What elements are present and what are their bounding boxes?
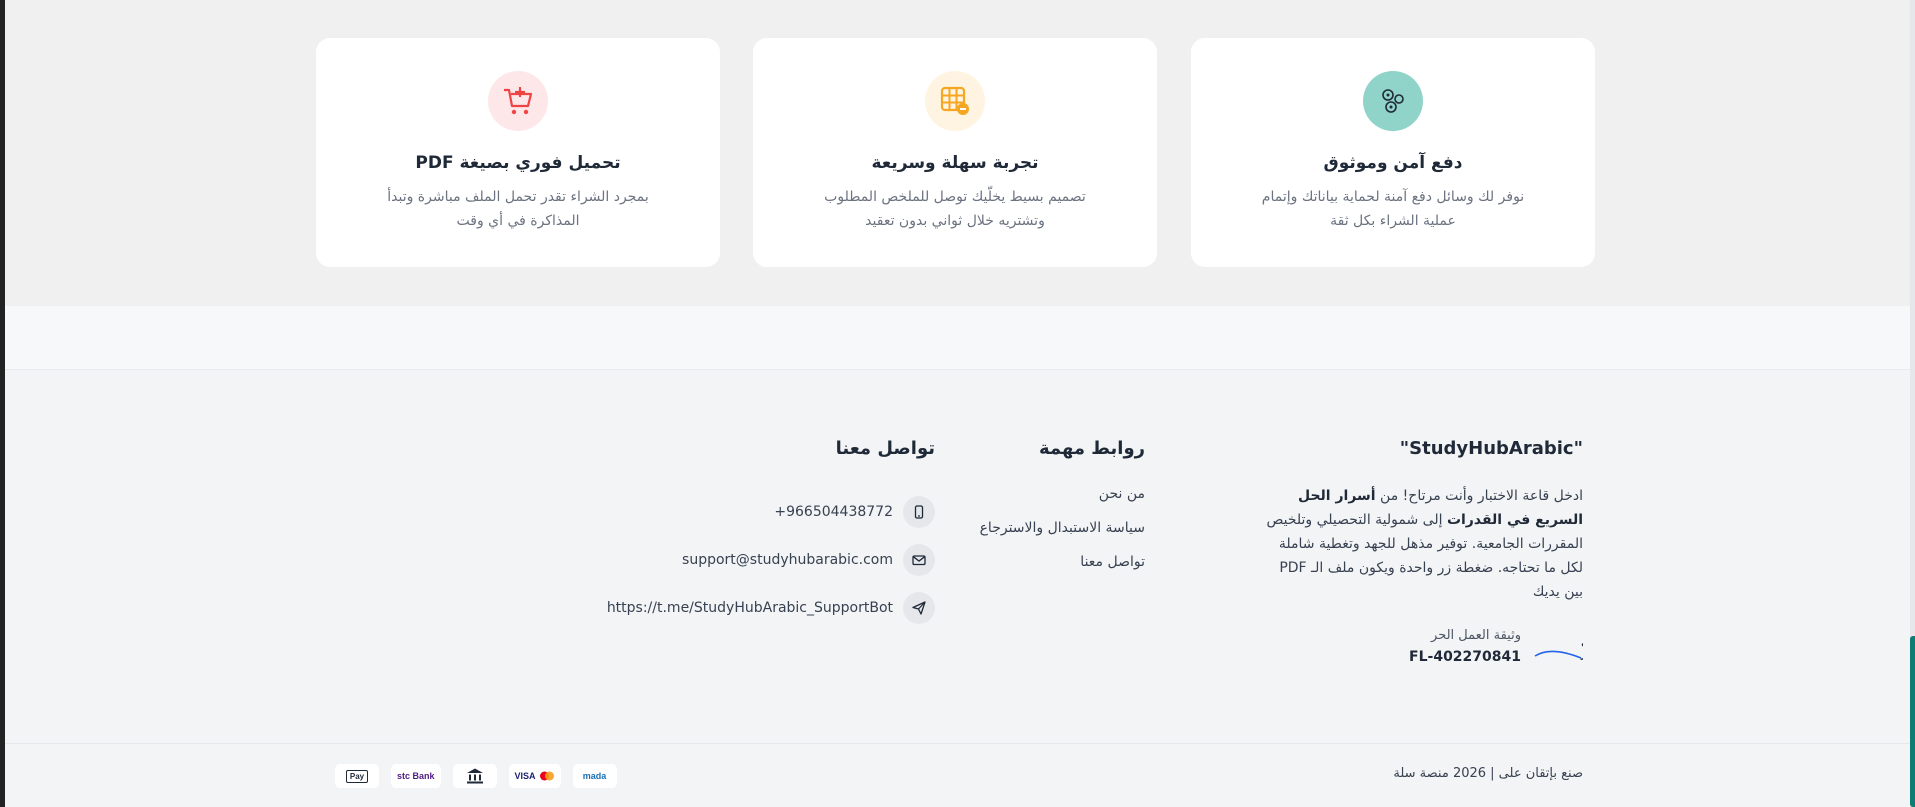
footer-link-contact-us[interactable]: تواصل معنا (980, 552, 1145, 586)
mada-icon: mada (572, 764, 617, 788)
contact-telegram[interactable]: https://t.me/StudyHubArabic_SupportBot (607, 584, 935, 632)
contact-telegram-text[interactable]: https://t.me/StudyHubArabic_SupportBot (607, 600, 893, 616)
stc-bank-icon: stc Bank (391, 764, 441, 788)
send-icon (903, 592, 935, 624)
copyright-text: صنع بإتقان على | 2026 منصة سلة (1393, 766, 1583, 781)
footer-link-about-us[interactable]: من نحن (980, 484, 1145, 518)
bank-icon (452, 764, 497, 788)
feature-title: تحميل فوري بصيغة PDF (415, 153, 621, 173)
footer-about-text: ادخل قاعة الاختبار وأنت مرتاح! من أسرار … (1266, 488, 1583, 600)
footer: "StudyHubArabic" ادخل قاعة الاختبار وأنت… (5, 371, 1910, 743)
secure-payment-icon (1363, 71, 1423, 131)
scrollbar-thumb[interactable] (1910, 636, 1915, 807)
freelance-logo-icon: العملالحر (1534, 635, 1583, 660)
feature-card-secure-payment: دفع آمن وموثوق نوفر لك وسائل دفع آمنة لح… (1191, 38, 1595, 267)
feature-title: تجربة سهلة وسريعة (871, 153, 1039, 173)
features-section: دفع آمن وموثوق نوفر لك وسائل دفع آمنة لح… (5, 0, 1910, 306)
phone-icon (903, 496, 935, 528)
contact-email-text[interactable]: support@studyhubarabic.com (682, 552, 893, 568)
apple-pay-icon: Pay (335, 764, 379, 788)
payment-methods: Pay stc Bank VISA mada (335, 764, 617, 788)
footer-links-list: من نحن سياسة الاستبدال والاسترجاع تواصل … (980, 484, 1145, 586)
footer-about-title: "StudyHubArabic" (1399, 438, 1583, 459)
freelance-certificate: العملالحر وثيقة العمل الحر FL-402270841 (1409, 628, 1583, 665)
feature-title: دفع آمن وموثوق (1323, 153, 1463, 173)
feature-text: نوفر لك وسائل دفع آمنة لحماية بياناتك وإ… (1261, 189, 1525, 229)
visa-mastercard-icon: VISA (508, 764, 561, 788)
grid-icon (925, 71, 985, 131)
feature-text: بمجرد الشراء تقدر تحمل الملف مباشرة وتبد… (387, 189, 649, 229)
feature-text: تصميم بسيط يخلّيك توصل للملخص المطلوب وت… (824, 189, 1086, 229)
cart-icon (488, 71, 548, 131)
certificate-label: وثيقة العمل الحر (1431, 628, 1521, 643)
footer-bottom-bar: صنع بإتقان على | 2026 منصة سلة Pay stc B… (5, 743, 1910, 807)
footer-contact-list: +966504438772 support@studyhubarabic.com… (607, 488, 935, 632)
section-divider (5, 306, 1910, 370)
mail-icon (903, 544, 935, 576)
scrollbar[interactable] (1910, 0, 1915, 807)
contact-phone[interactable]: +966504438772 (607, 488, 935, 536)
feature-card-easy-experience: تجربة سهلة وسريعة تصميم بسيط يخلّيك توصل… (753, 38, 1157, 267)
footer-link-return-policy[interactable]: سياسة الاستبدال والاسترجاع (980, 518, 1145, 552)
feature-card-instant-download: تحميل فوري بصيغة PDF بمجرد الشراء تقدر ت… (316, 38, 720, 267)
certificate-id: FL-402270841 (1409, 649, 1521, 665)
contact-phone-text[interactable]: +966504438772 (774, 504, 893, 520)
contact-email[interactable]: support@studyhubarabic.com (607, 536, 935, 584)
footer-links-title: روابط مهمة (1038, 438, 1145, 459)
footer-contact-title: تواصل معنا (835, 438, 935, 459)
